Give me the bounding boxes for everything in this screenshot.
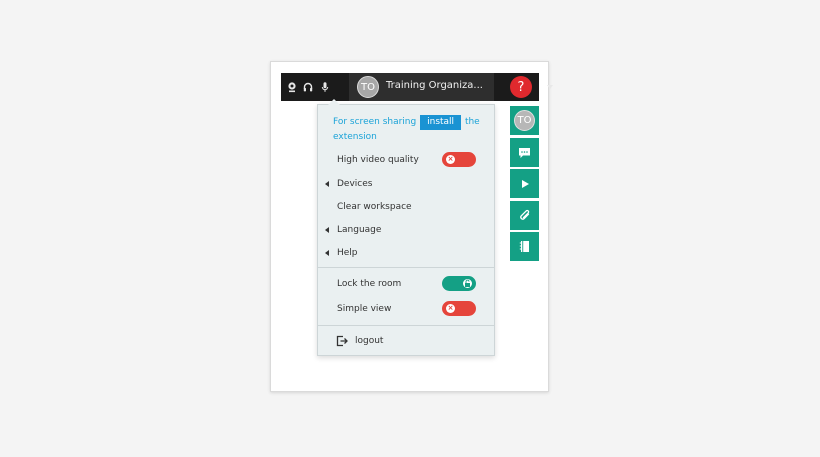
notebook-icon [519, 241, 529, 252]
divider [318, 325, 494, 326]
high-video-quality-toggle[interactable]: × [442, 152, 476, 167]
microphone-icon[interactable] [318, 80, 332, 94]
avatar: TO [514, 110, 535, 131]
screen-share-notice: For screen sharing install the extension [333, 115, 493, 145]
screen-share-prefix: For screen sharing [333, 117, 417, 127]
menu-item-clear-workspace[interactable]: Clear workspace [337, 202, 412, 212]
simple-view-toggle[interactable]: × [442, 301, 476, 316]
user-dropdown-menu: For screen sharing install the extension… [317, 99, 495, 356]
chat-icon [519, 147, 530, 158]
logout-link[interactable]: logout [355, 336, 383, 346]
unlock-icon [463, 279, 472, 288]
paperclip-icon [519, 209, 529, 220]
lock-room-toggle[interactable] [442, 276, 476, 291]
close-icon: × [446, 155, 455, 164]
notes-button[interactable] [510, 232, 539, 261]
side-user-button[interactable]: TO [510, 106, 539, 135]
user-menu-toggle[interactable]: TO Training Organiza... [349, 73, 553, 101]
menu-item-help[interactable]: Help [337, 248, 358, 258]
divider [318, 267, 494, 268]
webcam-icon[interactable] [285, 80, 299, 94]
caret-left-icon [325, 181, 329, 187]
menu-item-language[interactable]: Language [337, 225, 381, 235]
chevron-down-icon [547, 85, 553, 89]
play-button[interactable] [510, 169, 539, 198]
menu-item-high-video-quality[interactable]: High video quality [337, 155, 419, 165]
avatar: TO [357, 76, 379, 98]
play-icon [521, 179, 529, 188]
install-extension-button[interactable]: install [420, 115, 462, 130]
headphones-icon[interactable] [301, 80, 315, 94]
menu-item-lock-room[interactable]: Lock the room [337, 279, 401, 289]
menu-item-devices[interactable]: Devices [337, 179, 372, 189]
top-toolbar: TO Training Organiza... ? [281, 73, 553, 101]
menu-item-simple-view[interactable]: Simple view [337, 304, 391, 314]
attachments-button[interactable] [510, 201, 539, 230]
user-name: Training Organiza... [386, 80, 483, 91]
caret-left-icon [325, 250, 329, 256]
logout-icon [336, 335, 348, 347]
caret-left-icon [325, 227, 329, 233]
close-icon: × [446, 304, 455, 313]
chat-button[interactable] [510, 138, 539, 167]
help-button[interactable]: ? [510, 76, 532, 98]
